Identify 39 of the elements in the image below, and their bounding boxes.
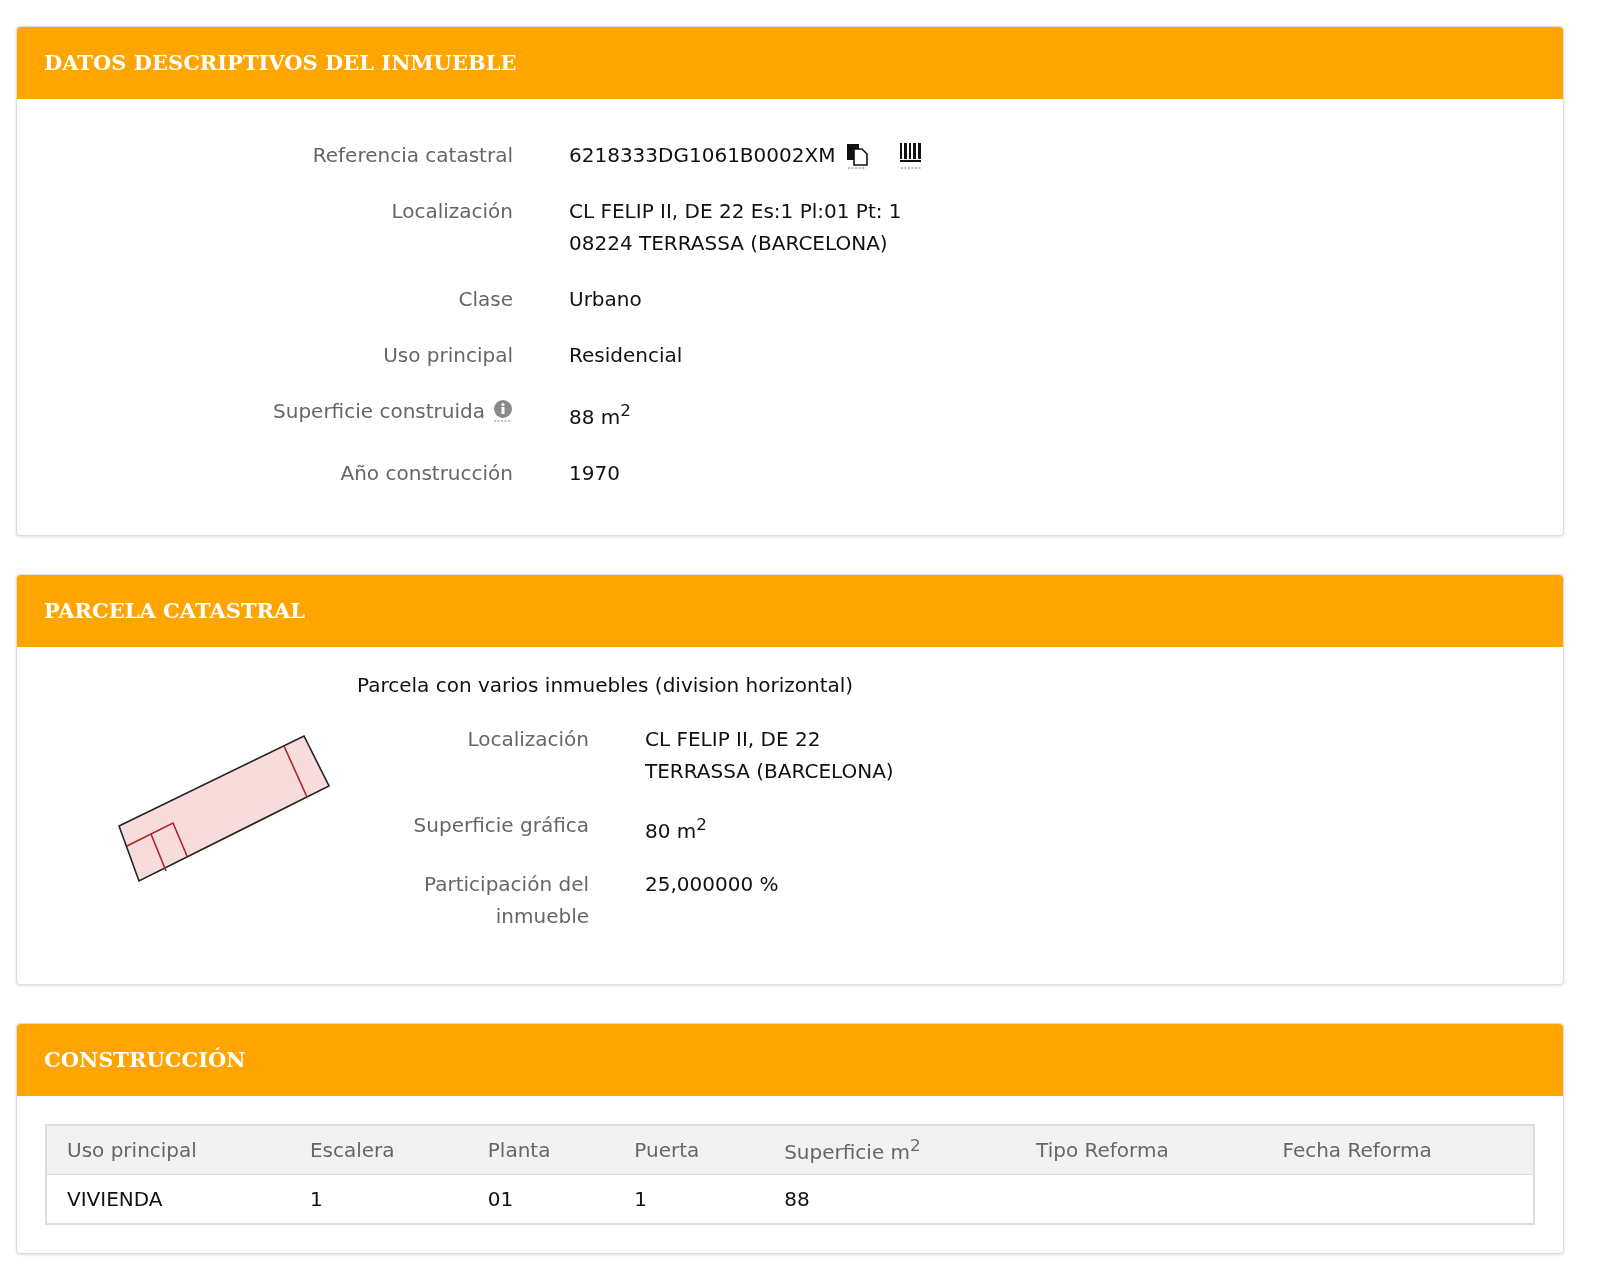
- column-header: Puerta: [614, 1125, 765, 1175]
- parcel-heading: Parcela con varios inmuebles (division horizontal): [357, 671, 855, 699]
- field-label: Referencia catastral: [312, 142, 513, 169]
- table-cell: 1: [309, 1186, 323, 1211]
- field-label: Participación del inmueble: [424, 872, 589, 929]
- column-header: Fecha Reforma: [1262, 1125, 1534, 1175]
- field-label: Año construcción: [340, 459, 513, 487]
- field-label: Localización: [467, 726, 589, 751]
- table-cell: 1: [634, 1186, 648, 1211]
- field-value: 1970: [569, 459, 620, 487]
- column-header: Tipo Reforma: [1016, 1125, 1263, 1175]
- field-label: Localización: [391, 198, 513, 225]
- field-value: Urbano: [569, 286, 642, 313]
- field-value: 08224 TERRASSA (BARCELONA): [569, 230, 888, 257]
- copy-icon[interactable]: [845, 141, 870, 169]
- field-value: 88 m$^{2}$: [569, 400, 631, 431]
- field-value: CL FELIP II, DE 22 Es:1 Pl:01 Pt: 1: [569, 198, 902, 225]
- table-cell: 88: [784, 1186, 810, 1211]
- column-header: Planta: [467, 1125, 615, 1175]
- column-header: Uso principal: [46, 1125, 290, 1175]
- section-header: CONSTRUCCIÓN: [17, 1024, 1563, 1097]
- field-value: 25,000000 %: [645, 871, 779, 899]
- column-header: Superficie m$^{2}$: [764, 1125, 1017, 1175]
- table-cell: 01: [487, 1186, 514, 1211]
- section-header: PARCELA CATASTRAL: [17, 574, 1563, 647]
- field-label: Uso principal: [383, 342, 513, 369]
- field-value: 80 m$^{2}$: [645, 813, 707, 845]
- field-value: TERRASSA (BARCELONA): [645, 757, 894, 785]
- field-value: 6218333DG1061B0002XM: [569, 142, 836, 169]
- field-label: Clase: [458, 286, 513, 313]
- info-icon[interactable]: [493, 399, 513, 423]
- table-cell: VIVIENDA: [67, 1186, 163, 1211]
- section-header: DATOS DESCRIPTIVOS DEL INMUEBLE: [17, 27, 1563, 99]
- field-value: Residencial: [569, 342, 683, 369]
- field-label: Superficie gráfica: [413, 812, 589, 837]
- column-header: Escalera: [289, 1125, 468, 1175]
- field-value: CL FELIP II, DE 22: [645, 725, 821, 753]
- field-label: Superficie construida: [273, 398, 485, 425]
- barcode-icon[interactable]: [899, 141, 924, 169]
